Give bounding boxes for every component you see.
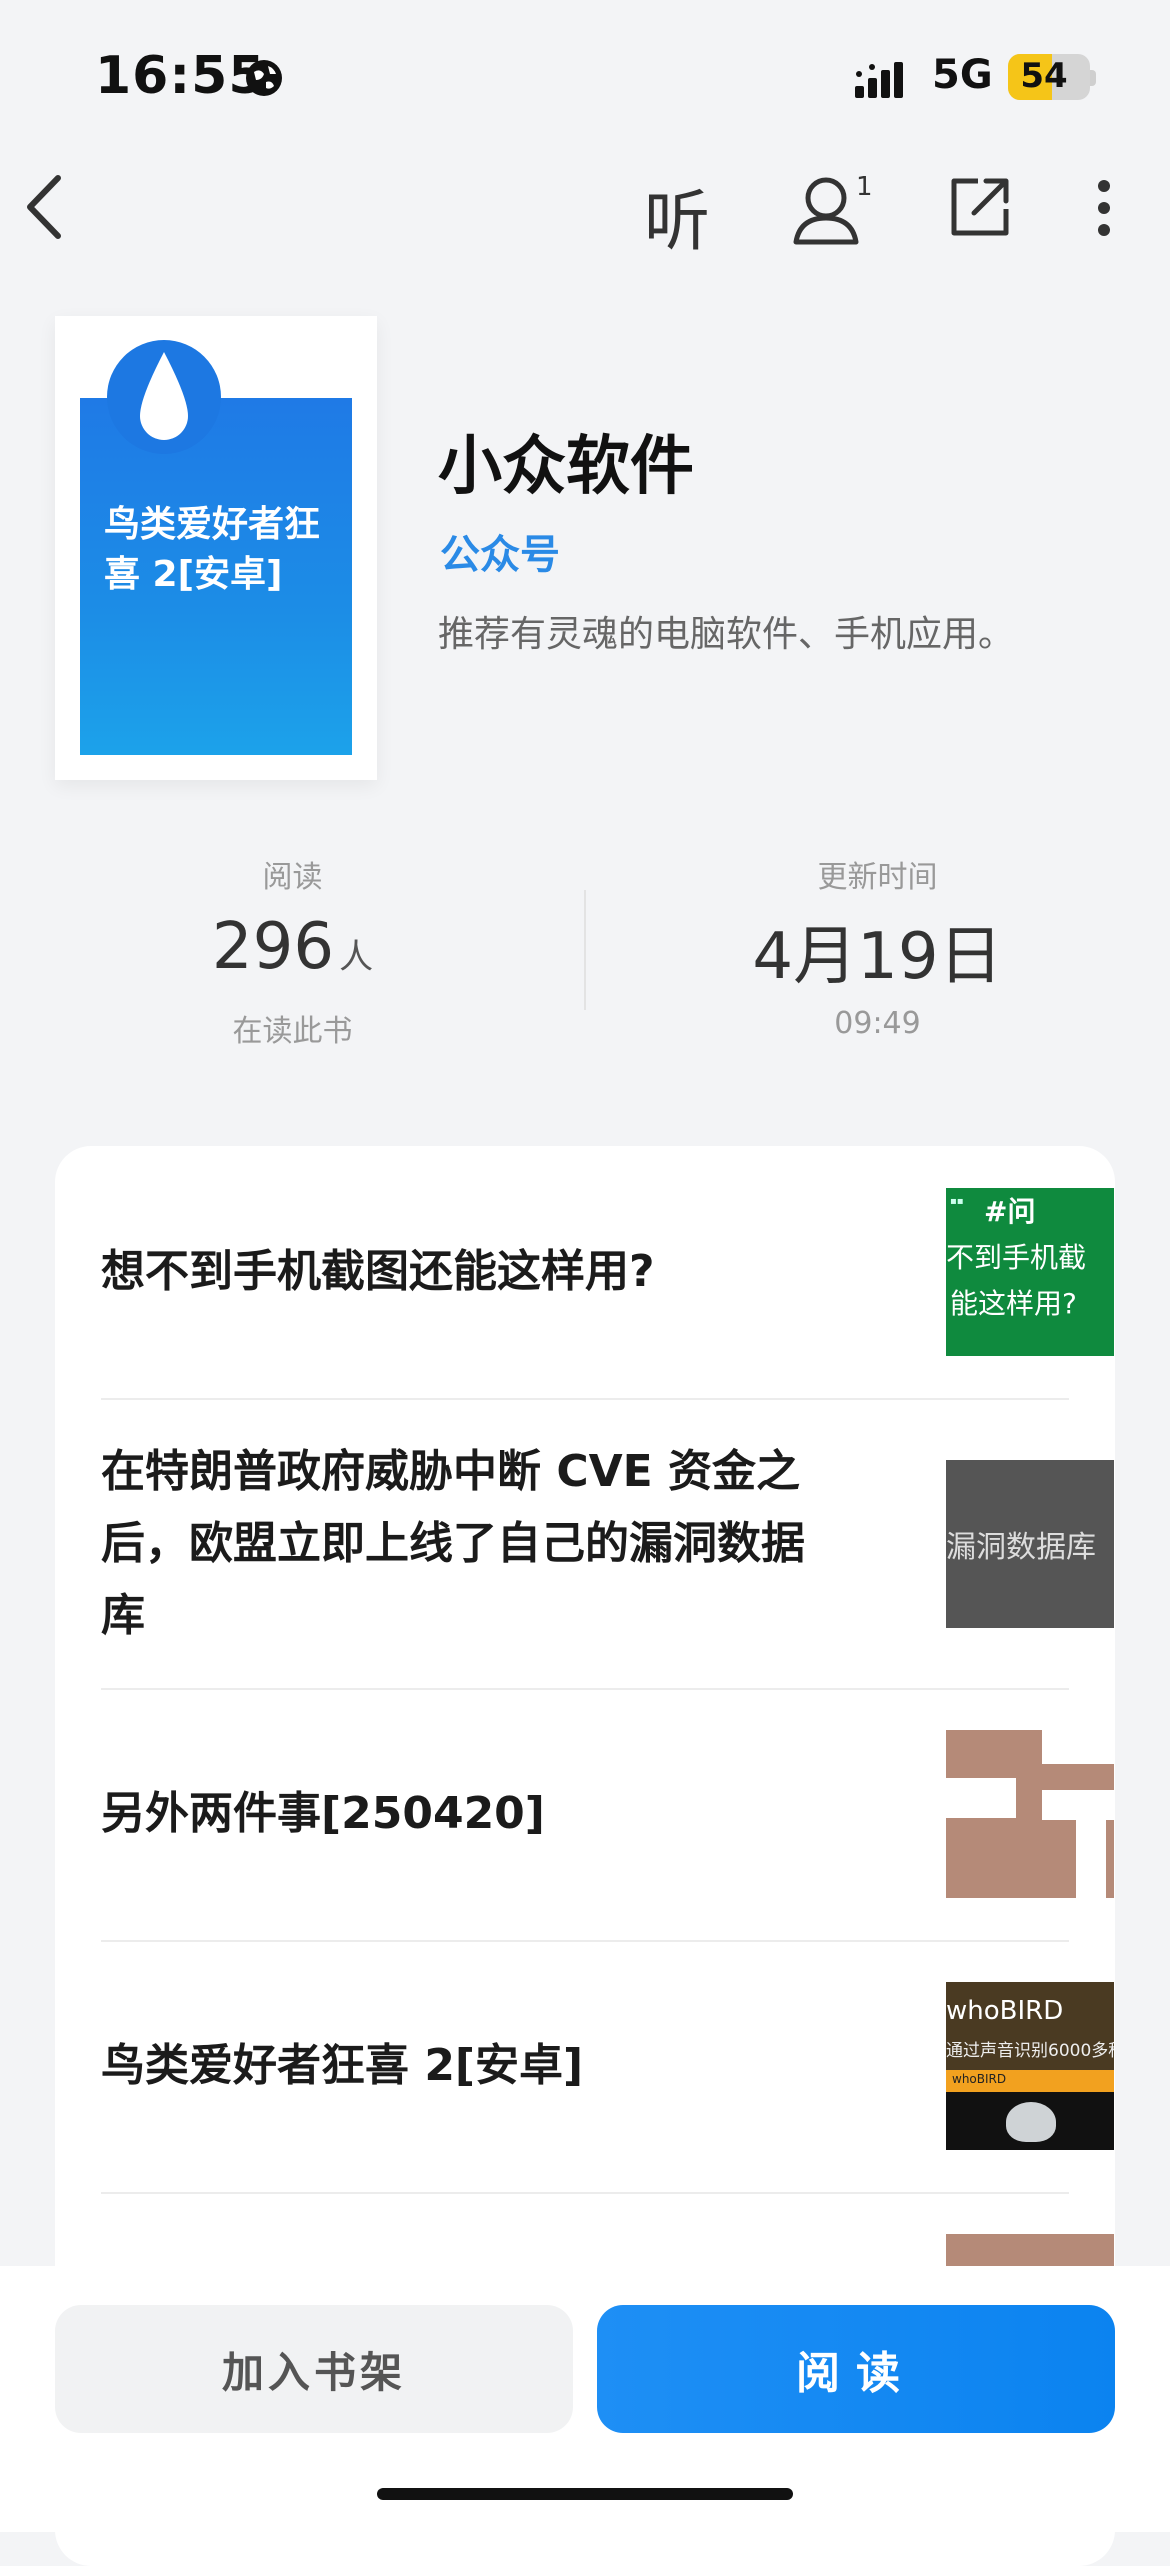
cellular-signal-icon (855, 62, 903, 98)
more-options-icon[interactable] (1092, 178, 1116, 238)
readers-label: 阅读 (262, 860, 323, 895)
article-thumbnail: whoBIRD 通过声音识别6000多种 whoBIRD (946, 1982, 1114, 2150)
article-title: 想不到手机截图还能这样用? (101, 1246, 655, 1297)
update-label: 更新时间 (817, 860, 938, 895)
water-drop-icon (140, 352, 188, 440)
readers-stat: 296 人 (150, 910, 435, 984)
thumb-text: 不到手机截 (946, 1241, 1087, 1274)
readers-unit: 人 (339, 937, 374, 977)
article-title: 另外两件事[250420] (101, 1788, 545, 1839)
article-row[interactable]: 鸟类爱好者狂喜 2[安卓] whoBIRD 通过声音识别6000多种 whoBI… (101, 1940, 1114, 2194)
thumb-text: 漏洞数据库 (946, 1530, 1096, 1565)
article-title: 鸟类爱好者狂喜 2[安卓] (101, 2040, 584, 2091)
thumb-text: whoBIRD (946, 1996, 1064, 2026)
update-time: 09:49 (834, 1006, 921, 1041)
listen-button[interactable]: 听 (644, 168, 710, 264)
readers-sub: 在读此书 (232, 1014, 353, 1049)
book-type-link[interactable]: 公众号 (440, 522, 560, 580)
battery-level: 54 (1020, 56, 1068, 96)
globe-icon (246, 60, 282, 96)
cover-title: 鸟类爱好者狂喜 2[安卓] (104, 504, 321, 595)
article-row[interactable]: 想不到手机截图还能这样用? ▪▪ #问 不到手机截 能这样用? (101, 1146, 1114, 1400)
share-icon[interactable] (948, 175, 1012, 239)
book-title: 小众软件 (438, 429, 694, 504)
status-time: 16:55 (95, 46, 266, 106)
readers-count: 296 (211, 910, 335, 984)
thumb-text: whoBIRD (952, 2072, 1007, 2086)
battery-tip (1090, 70, 1096, 86)
article-thumbnail: 漏洞数据库 (946, 1460, 1114, 1628)
thumb-text: #问 (984, 1195, 1036, 1228)
article-thumbnail (946, 1730, 1114, 1898)
battery-icon: 54 (1008, 54, 1090, 100)
thumb-text: 能这样用? (950, 1287, 1077, 1320)
article-title: 在特朗普政府威胁中断 CVE 资金之后，欧盟立即上线了自己的漏洞数据库 (101, 1446, 805, 1641)
back-arrow-icon[interactable] (20, 172, 70, 242)
people-count: 1 (856, 172, 873, 202)
add-to-shelf-button[interactable]: 加入书架 (55, 2305, 573, 2433)
read-button[interactable]: 阅读 (597, 2305, 1115, 2433)
article-row[interactable]: 另外两件事[250420] (101, 1688, 1114, 1942)
network-type: 5G (932, 52, 993, 98)
stats-divider (584, 890, 586, 1010)
book-description: 推荐有灵魂的电脑软件、手机应用。 (438, 614, 1015, 655)
update-date: 4月19日 (752, 920, 1003, 994)
article-thumbnail: ▪▪ #问 不到手机截 能这样用? (946, 1188, 1114, 1356)
home-indicator[interactable] (377, 2488, 793, 2500)
thumb-text: 通过声音识别6000多种 (946, 2041, 1114, 2061)
article-row[interactable]: 在特朗普政府威胁中断 CVE 资金之后，欧盟立即上线了自己的漏洞数据库 漏洞数据… (101, 1398, 1114, 1690)
